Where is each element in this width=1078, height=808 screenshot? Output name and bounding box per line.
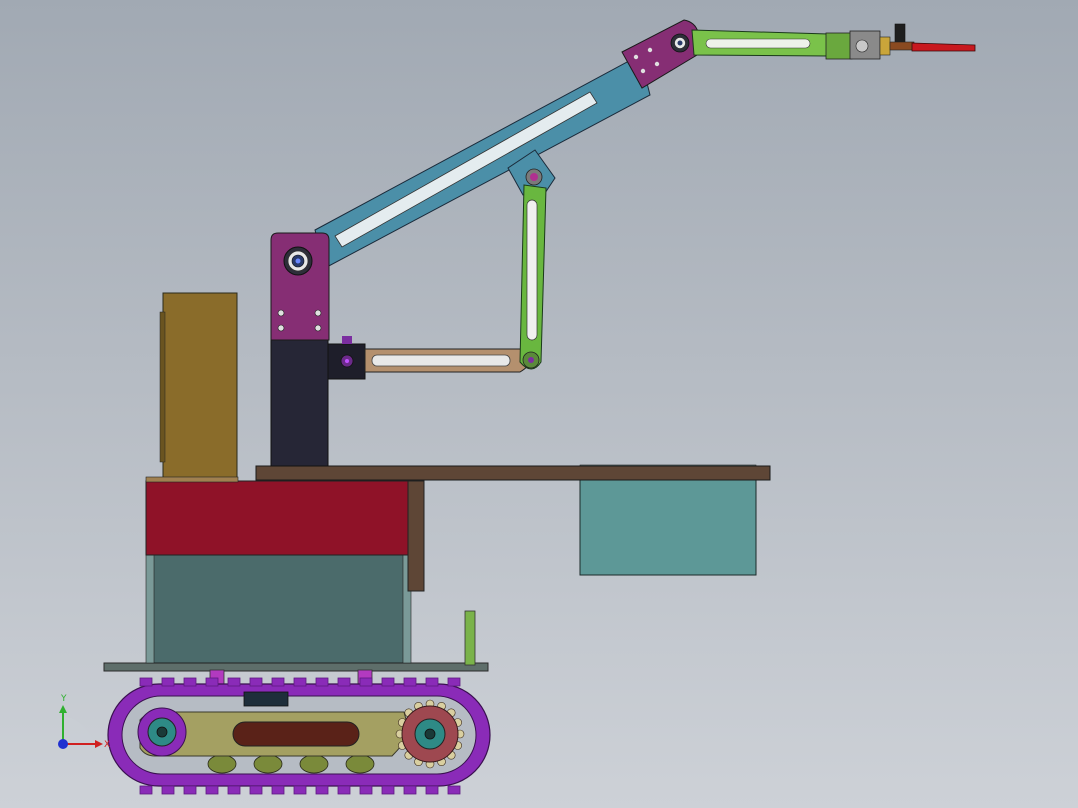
cad-viewport[interactable]: Y X bbox=[0, 0, 1078, 808]
track-tooth bbox=[139, 785, 153, 795]
deck-leg bbox=[407, 480, 425, 592]
road-wheel bbox=[253, 754, 283, 774]
track-tooth bbox=[293, 785, 307, 795]
arm-column bbox=[270, 337, 329, 467]
electronics-case bbox=[162, 292, 238, 480]
track-tooth bbox=[425, 785, 439, 795]
pivot-bolt-icon bbox=[283, 246, 313, 276]
track-tooth bbox=[161, 677, 175, 687]
coordinate-axis-triad-icon: Y X bbox=[58, 694, 110, 750]
track-tooth bbox=[205, 785, 219, 795]
road-wheel bbox=[299, 754, 329, 774]
track-tooth bbox=[183, 677, 197, 687]
track-tooth bbox=[315, 785, 329, 795]
battery-box bbox=[147, 552, 411, 664]
track-tooth bbox=[359, 677, 373, 687]
column-body bbox=[270, 337, 329, 467]
axis-x-label: X bbox=[104, 740, 110, 750]
track-tooth bbox=[447, 785, 461, 795]
track-tooth bbox=[227, 677, 241, 687]
track-tooth bbox=[447, 677, 461, 687]
drive-sprocket bbox=[395, 699, 465, 769]
track-tooth bbox=[205, 677, 219, 687]
track-tooth bbox=[271, 677, 285, 687]
track-tooth bbox=[425, 677, 439, 687]
track-tooth bbox=[227, 785, 241, 795]
track-tooth bbox=[359, 785, 373, 795]
axis-y-label: Y bbox=[60, 694, 67, 704]
frame-slot bbox=[232, 721, 360, 747]
robot-arm-model: Y X bbox=[58, 19, 976, 795]
motor-block bbox=[243, 691, 289, 707]
rear-link bbox=[327, 336, 531, 380]
track-tooth bbox=[249, 677, 263, 687]
case-connector-strip bbox=[159, 311, 166, 463]
green-rod bbox=[464, 610, 476, 666]
track-tooth bbox=[183, 785, 197, 795]
upper-arm bbox=[314, 54, 651, 269]
track-tooth bbox=[381, 785, 395, 795]
case-footer bbox=[145, 476, 239, 483]
track-tooth bbox=[381, 677, 395, 687]
track-tooth bbox=[161, 785, 175, 795]
control-box bbox=[145, 480, 411, 556]
track-tooth bbox=[403, 785, 417, 795]
track-tooth bbox=[403, 677, 417, 687]
gripper bbox=[879, 23, 976, 56]
side-strip bbox=[145, 552, 155, 664]
pivot-bolt-icon bbox=[670, 33, 690, 53]
track-tooth bbox=[293, 677, 307, 687]
road-wheel bbox=[207, 754, 237, 774]
base-plate bbox=[103, 662, 489, 672]
parallel-link bbox=[519, 184, 547, 370]
road-wheel bbox=[345, 754, 375, 774]
track-tooth bbox=[139, 677, 153, 687]
track-tooth bbox=[337, 677, 351, 687]
track-tooth bbox=[249, 785, 263, 795]
rear-idler-wheel bbox=[137, 707, 187, 757]
track-tooth bbox=[271, 785, 285, 795]
tray-box bbox=[579, 475, 757, 576]
deck-board bbox=[255, 465, 771, 481]
track-tooth bbox=[337, 785, 351, 795]
shoulder-bracket bbox=[270, 232, 330, 341]
forearm bbox=[691, 29, 881, 60]
track-tooth bbox=[315, 677, 329, 687]
